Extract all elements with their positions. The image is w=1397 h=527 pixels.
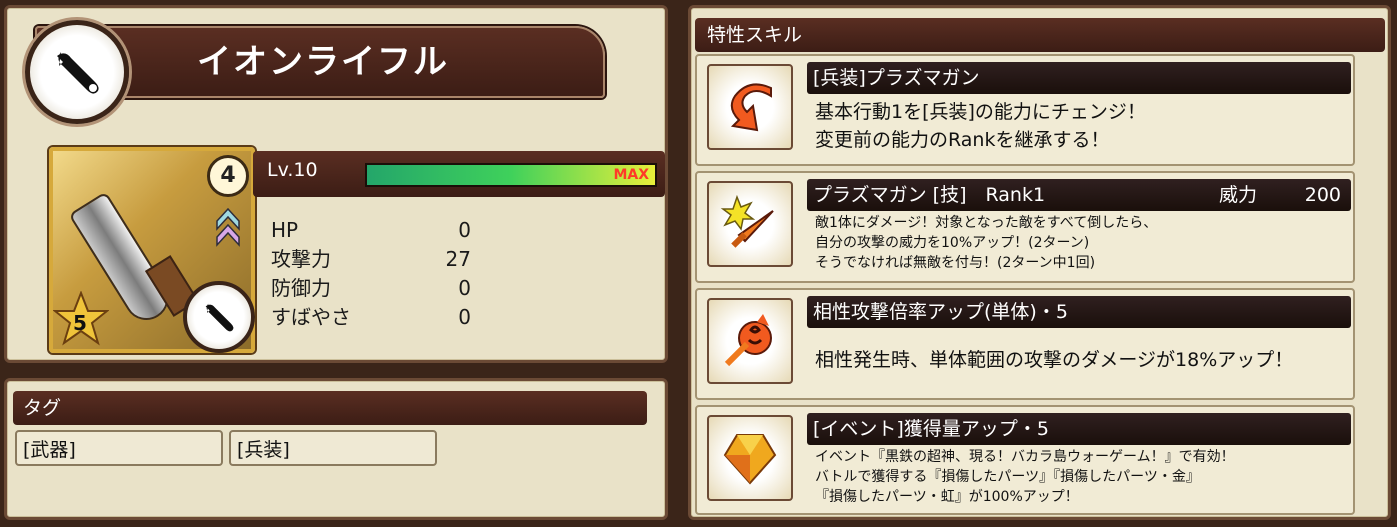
skill-description: 相性発生時、単体範囲の攻撃のダメージが18%アップ！ <box>815 346 1293 374</box>
skill-description: 敵1体にダメージ！対象となった敵をすべて倒したら、 自分の攻撃の威力を10%アッ… <box>815 213 1157 273</box>
stats-list: HP 0 攻撃力 27 防御力 0 すばやさ 0 <box>271 216 471 332</box>
desc-line: 『損傷したパーツ・虹』が100%アップ！ <box>815 489 1079 505</box>
item-card[interactable]: 4 5 <box>49 147 255 353</box>
desc-line: 敵1体にダメージ！対象となった敵をすべて倒したら、 <box>815 215 1158 231</box>
stat-label: 攻撃力 <box>271 247 331 271</box>
skill-title: [イベント]獲得量アップ・5 <box>807 413 1351 445</box>
category-wrench-icon <box>183 281 255 353</box>
item-info-panel: イオンライフル 4 5 Lv.10 MAX HP 0 攻撃力 27 防御力 0 … <box>4 5 668 363</box>
skill-title: プラズマガン [技] Rank1 威力 200 <box>807 179 1351 211</box>
level-max-label: MAX <box>613 167 649 183</box>
tags-header-label: タグ <box>23 397 62 419</box>
stat-value: 0 <box>458 276 471 300</box>
affinity-attack-icon <box>707 298 793 384</box>
skills-panel: 特性スキル [兵装]プラズマガン 基本行動1を[兵装]の能力にチェンジ！ 変更前… <box>688 5 1391 520</box>
skill-card[interactable]: 相性攻撃倍率アップ(単体)・5 相性発生時、単体範囲の攻撃のダメージが18%アッ… <box>695 288 1355 400</box>
stat-value: 27 <box>445 247 471 271</box>
tags-panel: タグ [武器] [兵装] <box>4 378 668 520</box>
stat-label: すばやさ <box>271 305 351 329</box>
stat-value: 0 <box>458 218 471 242</box>
skill-title-text: プラズマガン [技] Rank1 <box>813 184 1046 206</box>
power-label: 威力 <box>1219 184 1258 206</box>
change-arrow-icon <box>707 64 793 150</box>
stat-label: HP <box>271 218 299 242</box>
wrench-icon <box>25 20 129 124</box>
desc-line: 変更前の能力のRankを継承する！ <box>815 129 1110 151</box>
rarity-value: 5 <box>73 311 87 335</box>
stat-row: HP 0 <box>271 216 471 245</box>
rank-chevron-icon <box>216 207 240 247</box>
desc-line: そうでなければ無敵を付与！(2ターン中1回) <box>815 255 1096 271</box>
stat-row: すばやさ 0 <box>271 303 471 332</box>
tag-item[interactable]: [武器] <box>15 430 223 466</box>
stat-row: 攻撃力 27 <box>271 245 471 274</box>
skill-card[interactable]: プラズマガン [技] Rank1 威力 200 敵1体にダメージ！対象となった敵… <box>695 171 1355 283</box>
item-name: イオンライフル <box>197 42 449 82</box>
desc-line: イベント『黒鉄の超神、現る！バカラ島ウォーゲーム！』で有効！ <box>815 449 1235 465</box>
slot-badge: 4 <box>207 155 249 197</box>
skill-card[interactable]: [兵装]プラズマガン 基本行動1を[兵装]の能力にチェンジ！ 変更前の能力のRa… <box>695 54 1355 166</box>
skill-description: イベント『黒鉄の超神、現る！バカラ島ウォーゲーム！』で有効！ バトルで獲得する『… <box>815 447 1235 507</box>
stat-label: 防御力 <box>271 276 331 300</box>
desc-line: 相性発生時、単体範囲の攻撃のダメージが18%アップ！ <box>815 349 1294 371</box>
level-gauge: MAX <box>365 163 657 187</box>
power-value: 200 <box>1304 184 1341 206</box>
sword-burst-icon <box>707 181 793 267</box>
desc-line: バトルで獲得する『損傷したパーツ』『損傷したパーツ・金』 <box>815 469 1200 485</box>
tags-header: タグ <box>13 391 647 425</box>
stat-row: 防御力 0 <box>271 274 471 303</box>
level-label: Lv.10 <box>267 159 318 181</box>
desc-line: 基本行動1を[兵装]の能力にチェンジ！ <box>815 101 1146 123</box>
stat-value: 0 <box>458 305 471 329</box>
skill-description: 基本行動1を[兵装]の能力にチェンジ！ 変更前の能力のRankを継承する！ <box>815 98 1146 154</box>
tag-item[interactable]: [兵装] <box>229 430 437 466</box>
skill-card[interactable]: [イベント]獲得量アップ・5 イベント『黒鉄の超神、現る！バカラ島ウォーゲーム！… <box>695 405 1355 515</box>
skill-title: [兵装]プラズマガン <box>807 62 1351 94</box>
skill-title: 相性攻撃倍率アップ(単体)・5 <box>807 296 1351 328</box>
gem-acquire-icon <box>707 415 793 501</box>
desc-line: 自分の攻撃の威力を10%アップ！(2ターン) <box>815 235 1090 251</box>
level-bar: Lv.10 MAX <box>253 151 665 197</box>
skills-header: 特性スキル <box>695 18 1385 52</box>
skills-header-label: 特性スキル <box>707 24 803 46</box>
